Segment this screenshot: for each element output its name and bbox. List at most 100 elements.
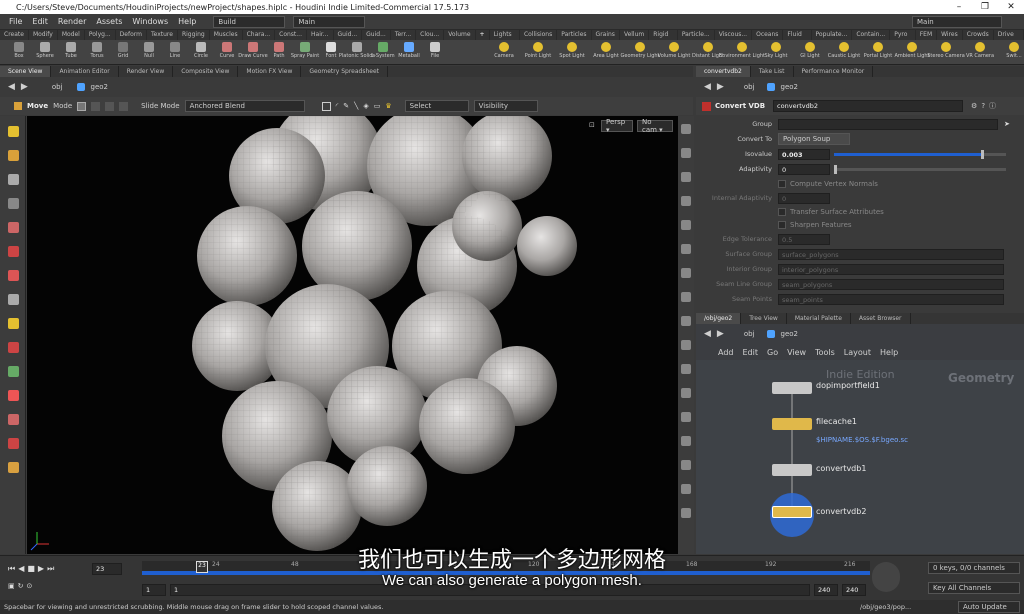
network-menu-item[interactable]: Add [718, 348, 734, 357]
scene-pane-tab[interactable]: Scene View [0, 66, 52, 77]
param-pane-tab[interactable]: Take List [751, 66, 794, 77]
brush-icon[interactable]: ✎ [343, 102, 349, 110]
menu-edit[interactable]: Edit [27, 17, 53, 26]
isovalue-slider-knob[interactable] [981, 149, 985, 159]
compute-normals-checkbox[interactable] [778, 180, 786, 188]
shelf-tab-right[interactable]: Wires [937, 30, 963, 40]
shelf-tab-right[interactable]: Drive Si... [994, 30, 1024, 48]
viewport-tool-icon[interactable] [8, 222, 19, 233]
shelf-tab-right[interactable]: Viscous... [715, 30, 753, 40]
lasso-icon[interactable]: ◜ [336, 102, 339, 110]
shelf-tab-left[interactable]: Clou... [416, 30, 445, 40]
menu-assets[interactable]: Assets [91, 17, 127, 26]
viewport-tool-icon[interactable] [8, 246, 19, 257]
shelf-tool[interactable]: Swit... [998, 40, 1024, 65]
network-menu-item[interactable]: Layout [844, 348, 871, 357]
shelf-tab-left[interactable]: Guid... [362, 30, 391, 40]
mode-icon-4[interactable] [119, 101, 129, 111]
display-option-icon[interactable] [681, 316, 691, 326]
convert-to-dropdown[interactable]: Polygon Soup [778, 133, 850, 145]
display-option-icon[interactable] [681, 412, 691, 422]
select-mode-icon[interactable] [77, 101, 87, 111]
adaptivity-field[interactable]: 0 [778, 163, 830, 175]
shelf-tool[interactable]: Circle [188, 40, 214, 65]
mode-icon-2[interactable] [91, 101, 101, 111]
sharpen-checkbox[interactable] [778, 221, 786, 229]
shelf-tab-left[interactable]: Guid... [334, 30, 363, 40]
back-arrow-icon[interactable]: ◀ [704, 329, 711, 339]
viewport-tool-icon[interactable] [8, 414, 19, 425]
param-pane-tab[interactable]: Performance Monitor [794, 66, 874, 77]
shelf-tool[interactable]: File [422, 40, 448, 65]
minimize-button[interactable]: – [946, 0, 972, 14]
adaptivity-slider[interactable] [834, 164, 1006, 174]
lock-icon[interactable]: ⊡ [589, 121, 595, 129]
obj-path-segment[interactable]: obj [744, 330, 755, 338]
display-option-icon[interactable] [681, 124, 691, 134]
viewport-tool-icon[interactable] [8, 342, 19, 353]
network-menu-item[interactable]: View [787, 348, 806, 357]
select-dropdown[interactable]: Select [404, 100, 469, 112]
transfer-attrs-checkbox[interactable] [778, 208, 786, 216]
camera-dropdown[interactable]: No cam ▾ [637, 118, 673, 134]
shelf-tab-right[interactable]: Particle... [678, 30, 715, 40]
shelf-tool[interactable]: Volume Light [658, 40, 690, 65]
shelf-tool[interactable]: Path [266, 40, 292, 65]
edge-tolerance-field[interactable]: 0.5 [778, 233, 830, 245]
network-menu-item[interactable]: Edit [743, 348, 759, 357]
viewport-tool-icon[interactable] [8, 438, 19, 449]
shelf-tool[interactable]: Null [136, 40, 162, 65]
shelf-tool[interactable]: VR Camera [964, 40, 996, 65]
shelf-tool[interactable]: Ambient Light [894, 40, 930, 65]
shelf-tab-right[interactable]: FEM [916, 30, 938, 40]
shelf-tab-right[interactable]: Lights a... [490, 30, 520, 48]
visible-only-icon[interactable]: ♛ [385, 102, 391, 110]
node-dopimportfield1[interactable] [772, 382, 812, 394]
display-option-icon[interactable] [681, 244, 691, 254]
viewport-tool-icon[interactable] [8, 390, 19, 401]
select-box-icon[interactable] [321, 101, 331, 111]
shelf-tab-right[interactable]: Fluid C... [783, 30, 812, 48]
forward-arrow-icon[interactable]: ▶ [717, 82, 724, 92]
shelf-tab-right[interactable]: Crowds [963, 30, 994, 40]
shelf-tab-right[interactable]: Populate... [812, 30, 853, 40]
status-path[interactable]: /obj/geo3/pop... [860, 603, 911, 611]
shelf-tool[interactable]: L-System [370, 40, 396, 65]
auto-update-dropdown[interactable]: Auto Update [958, 601, 1020, 613]
geo-path-segment[interactable]: geo2 [781, 83, 799, 91]
network-tab[interactable]: /obj/geo2 [696, 313, 742, 324]
shelf-tool[interactable]: Sky Light [760, 40, 792, 65]
shelf-tool[interactable]: Draw Curve [238, 40, 268, 65]
desktop-build-dropdown[interactable]: Build [213, 15, 286, 28]
shelf-tab-right[interactable]: Grains [592, 30, 620, 40]
pick-icon[interactable]: ◈ [363, 102, 368, 110]
param-pane-tab[interactable]: convertvdb2 [696, 66, 751, 77]
adaptivity-slider-knob[interactable] [834, 164, 837, 174]
desktop-main-dropdown[interactable]: Main [293, 15, 366, 28]
menu-render[interactable]: Render [53, 17, 91, 26]
arrow-select-icon[interactable]: ➤ [1004, 120, 1010, 128]
shelf-tool[interactable]: Environment Light [719, 40, 765, 65]
viewport-tool-icon[interactable] [8, 198, 19, 209]
shelf-tab-right[interactable]: Vellum [620, 30, 650, 40]
network-canvas[interactable]: Indie Edition Geometry dopimportfield1 f… [696, 360, 1024, 554]
shelf-tool[interactable]: Caustic Light [828, 40, 860, 65]
shelf-tool[interactable]: Stereo Camera [927, 40, 965, 65]
scene-pane-tab[interactable]: Composite View [173, 66, 239, 77]
viewport-tool-icon[interactable] [8, 174, 19, 185]
display-option-icon[interactable] [681, 460, 691, 470]
shelf-tool[interactable]: Metaball [396, 40, 422, 65]
scene-viewport[interactable]: Persp ▾ No cam ▾ ⊡ [27, 116, 678, 554]
viewport-tool-icon[interactable] [8, 150, 19, 161]
viewport-tool-icon[interactable] [8, 270, 19, 281]
display-option-icon[interactable] [681, 364, 691, 374]
network-tab[interactable]: Tree View [741, 313, 787, 324]
isovalue-slider[interactable] [834, 149, 1006, 159]
scene-pane-tab[interactable]: Geometry Spreadsheet [301, 66, 388, 77]
shelf-tab-left[interactable]: Const... [275, 30, 307, 40]
seam-points-field[interactable]: seam_points [778, 293, 1004, 305]
node-name-field[interactable]: convertvdb2 [773, 100, 964, 112]
obj-path-segment[interactable]: obj [52, 83, 63, 91]
visibility-dropdown[interactable]: Visibility [473, 100, 538, 112]
shelf-tab-left[interactable]: Polyg... [85, 30, 116, 40]
